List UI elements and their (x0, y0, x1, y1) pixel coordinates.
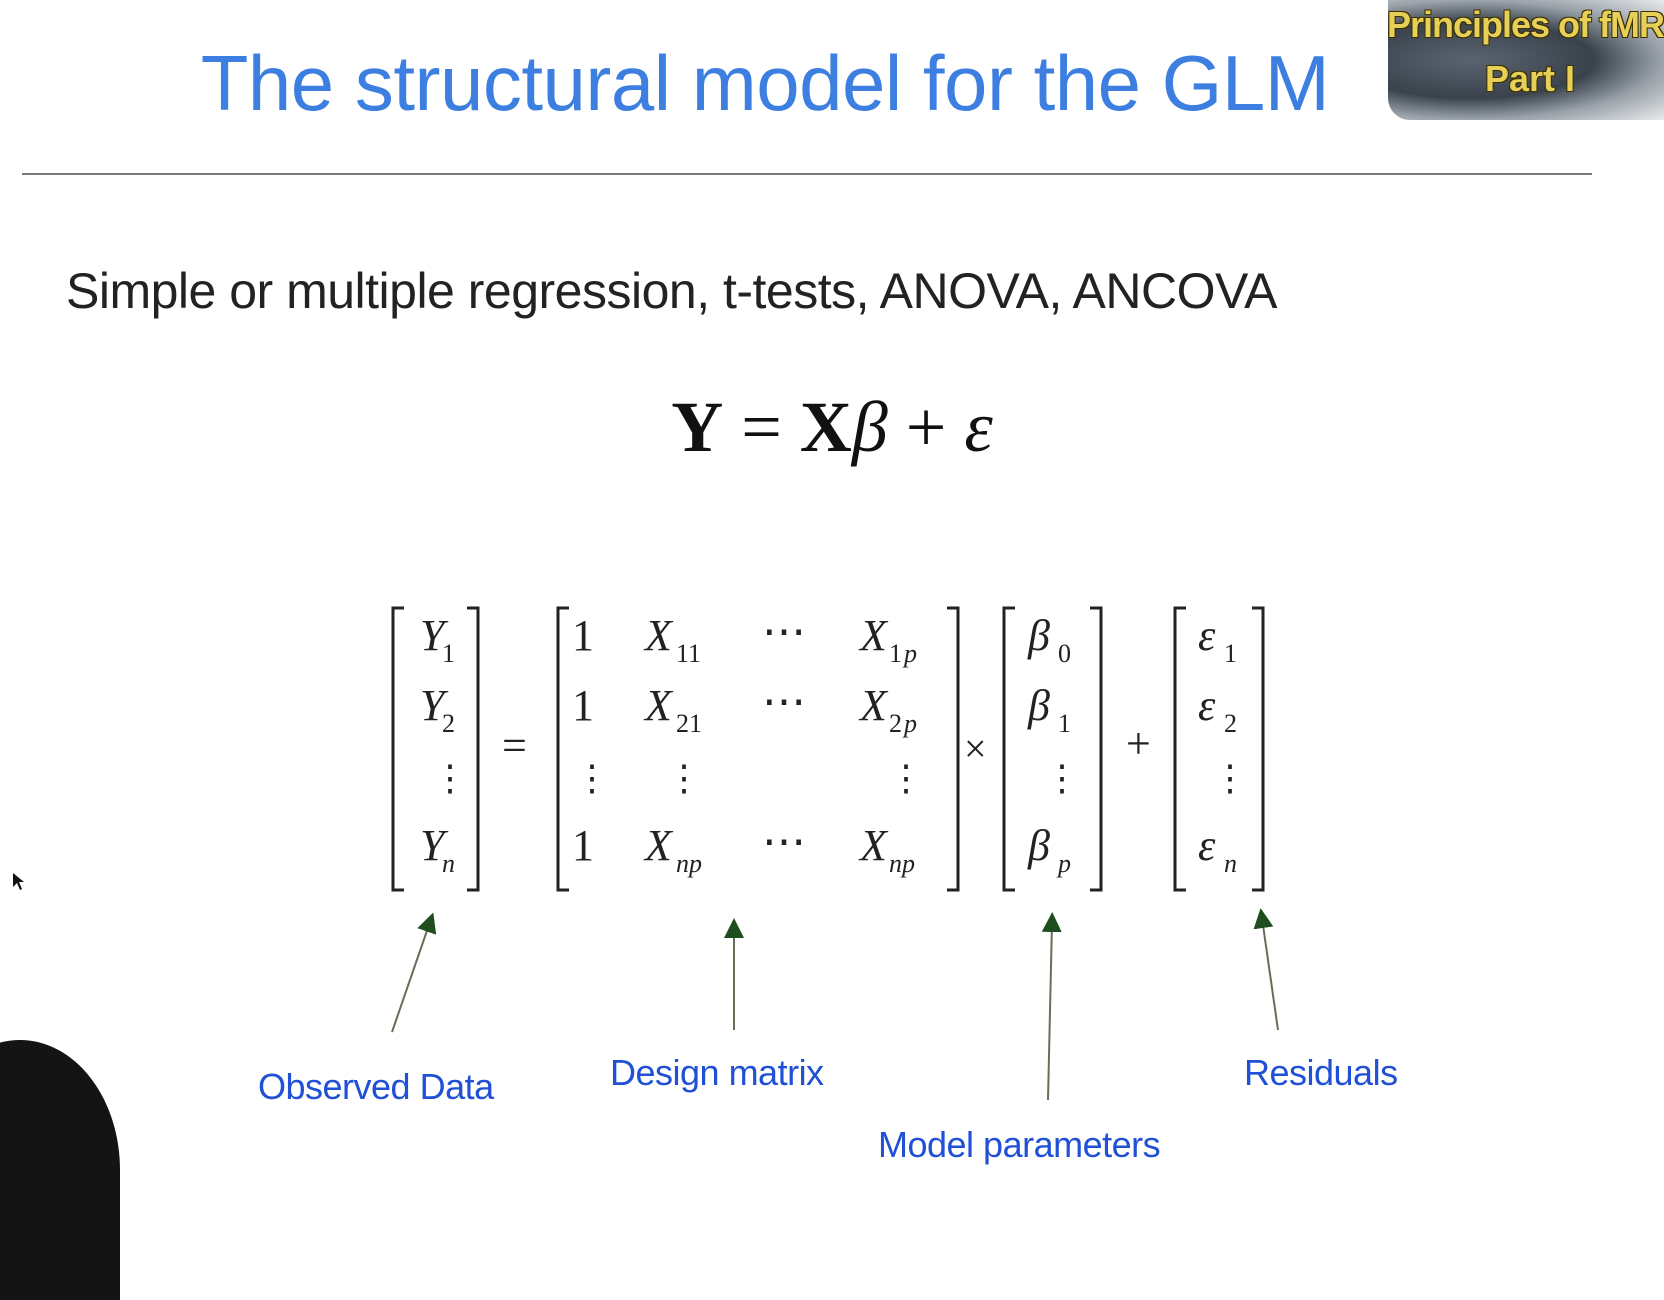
svg-text:1: 1 (442, 639, 455, 668)
matrix-times: × (964, 726, 987, 771)
svg-text:0: 0 (1058, 639, 1071, 668)
matrix-equals: = (502, 721, 527, 770)
arrow-residuals (1253, 908, 1279, 1031)
svg-text:2: 2 (1224, 709, 1237, 738)
svg-text:X: X (643, 681, 674, 730)
svg-text:⋮: ⋮ (574, 758, 610, 798)
formula-x: X (799, 387, 852, 467)
svg-text:ε: ε (1198, 681, 1216, 730)
label-model-parameters: Model parameters (878, 1124, 1161, 1165)
presenter-silhouette (0, 1040, 120, 1300)
svg-text:n: n (442, 849, 455, 878)
svg-text:ε: ε (1198, 821, 1216, 870)
formula-beta: β (851, 387, 888, 467)
label-design-matrix: Design matrix (610, 1052, 824, 1093)
svg-text:⋯: ⋯ (762, 677, 806, 726)
matrix-plus: + (1126, 719, 1151, 768)
svg-text:2: 2 (889, 709, 902, 738)
svg-text:X: X (858, 611, 889, 660)
svg-text:X: X (643, 821, 674, 870)
epsilon-vector (1173, 606, 1265, 892)
svg-text:1: 1 (1224, 639, 1237, 668)
svg-text:p: p (902, 639, 917, 668)
svg-text:1: 1 (1058, 709, 1071, 738)
title-divider (22, 173, 1592, 175)
svg-text:1: 1 (572, 611, 594, 660)
matrix-equation: Y1 Y2 ⋮ Yn = 1 X 11 ⋯ X1p 1 X 21 ⋯ X2p ⋮ ⋮… (391, 606, 1265, 892)
svg-text:β: β (1027, 821, 1050, 870)
epsilon-vector-entries: ε1 ε2 ⋮ εn (1198, 611, 1248, 878)
slide-title: The structural model for the GLM (200, 39, 1330, 127)
course-badge-line2: Part I (1484, 58, 1576, 99)
svg-text:ε: ε (1198, 611, 1216, 660)
svg-text:np: np (676, 849, 702, 878)
label-residuals: Residuals (1244, 1052, 1398, 1093)
formula-equals: = (741, 387, 782, 467)
y-vector-entries: Y1 Y2 ⋮ Yn (420, 611, 468, 878)
svg-text:1: 1 (889, 639, 902, 668)
svg-text:X: X (858, 821, 889, 870)
beta-vector (1002, 606, 1103, 892)
svg-text:⋮: ⋮ (432, 758, 468, 798)
svg-text:X: X (858, 681, 889, 730)
svg-text:β: β (1027, 611, 1050, 660)
svg-text:⋯: ⋯ (762, 817, 806, 866)
svg-text:1: 1 (572, 821, 594, 870)
svg-text:11: 11 (676, 639, 701, 668)
formula-plus: + (905, 387, 947, 467)
mouse-cursor-icon (13, 873, 24, 890)
svg-text:21: 21 (676, 709, 702, 738)
svg-text:⋯: ⋯ (762, 607, 806, 656)
svg-text:p: p (902, 709, 917, 738)
glm-formula: Y = Xβ + ε (0, 386, 1664, 469)
x-matrix-entries: 1 X 11 ⋯ X1p 1 X 21 ⋯ X2p ⋮ ⋮ ⋮ 1 Xnp ⋯ Xn… (572, 607, 924, 878)
svg-text:⋮: ⋮ (1212, 758, 1248, 798)
arrow-observed (391, 912, 437, 1033)
svg-text:np: np (889, 849, 915, 878)
svg-text:⋮: ⋮ (1044, 758, 1080, 798)
svg-text:X: X (643, 611, 674, 660)
slide-subtitle: Simple or multiple regression, t-tests, … (66, 263, 1277, 319)
formula-y: Y (671, 387, 724, 467)
formula-epsilon: ε (964, 387, 993, 467)
svg-text:⋮: ⋮ (888, 758, 924, 798)
beta-vector-entries: β0 β1 ⋮ βp (1027, 611, 1080, 878)
svg-text:1: 1 (572, 681, 594, 730)
svg-text:β: β (1027, 681, 1050, 730)
svg-text:2: 2 (442, 709, 455, 738)
svg-text:p: p (1056, 849, 1071, 878)
arrow-params (1041, 912, 1062, 1101)
course-badge-line1: Principles of fMRI (1386, 4, 1664, 45)
label-observed-data: Observed Data (258, 1066, 494, 1107)
svg-text:⋮: ⋮ (666, 758, 702, 798)
svg-text:n: n (1224, 849, 1237, 878)
